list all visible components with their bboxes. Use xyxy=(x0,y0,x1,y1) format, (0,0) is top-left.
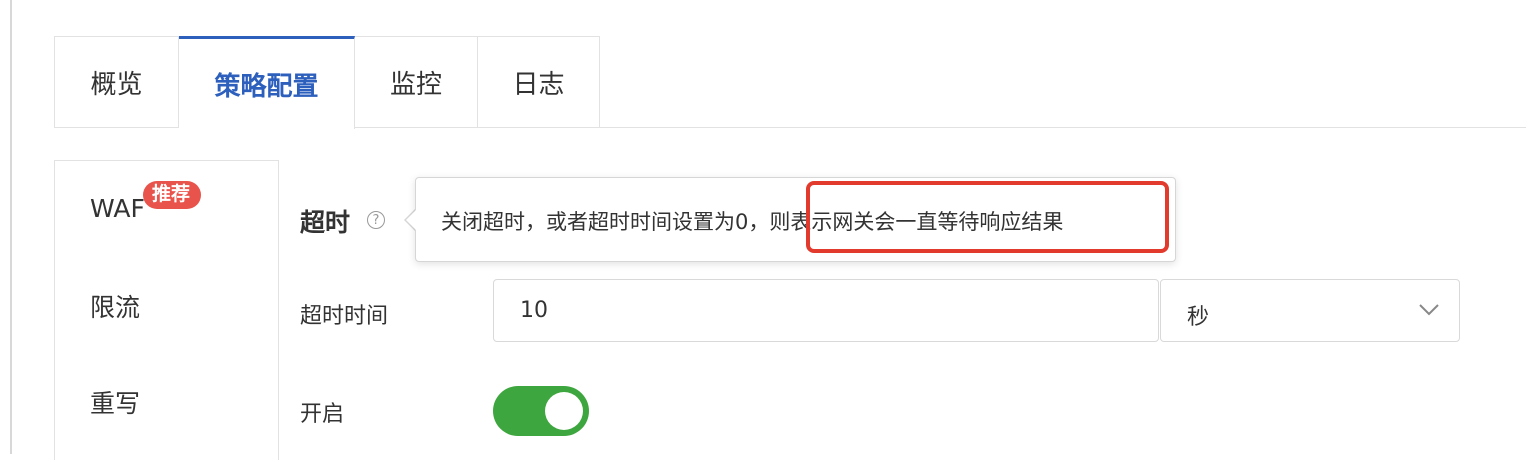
recommend-badge: 推荐 xyxy=(143,181,202,209)
enable-label: 开启 xyxy=(300,402,345,427)
unit-select-value: 秒 xyxy=(1187,305,1210,330)
subnav-item-rewrite[interactable]: 重写 xyxy=(90,384,140,420)
left-divider xyxy=(10,0,12,454)
highlight-annotation-box xyxy=(806,181,1169,253)
tab-monitor[interactable]: 监控 xyxy=(355,36,478,128)
tab-logs[interactable]: 日志 xyxy=(478,36,600,128)
subnav-item-rate-limit[interactable]: 限流 xyxy=(90,288,140,324)
tooltip-text-prefix: 关闭超时，或者超时时间设置为0， xyxy=(441,210,770,234)
section-title: 超时 xyxy=(300,208,351,237)
subnav-item-waf[interactable]: WAF xyxy=(90,194,145,223)
tab-bar-baseline xyxy=(355,127,1526,128)
tab-bar-baseline xyxy=(54,127,179,128)
unit-select[interactable]: 秒 xyxy=(1160,279,1460,342)
timeout-input[interactable] xyxy=(493,279,1159,342)
sub-navigation: WAF 推荐 限流 重写 xyxy=(54,160,279,460)
enable-toggle[interactable] xyxy=(493,386,589,436)
chevron-down-icon xyxy=(1419,304,1439,316)
toggle-knob xyxy=(545,392,583,430)
tooltip-arrow-fill xyxy=(406,210,416,230)
timeout-label: 超时时间 xyxy=(300,304,389,329)
tab-bar: 概览 策略配置 监控 日志 xyxy=(54,36,600,129)
question-circle-icon[interactable]: ? xyxy=(367,211,385,229)
tab-overview[interactable]: 概览 xyxy=(54,36,179,128)
tab-policy-config[interactable]: 策略配置 xyxy=(179,36,355,129)
